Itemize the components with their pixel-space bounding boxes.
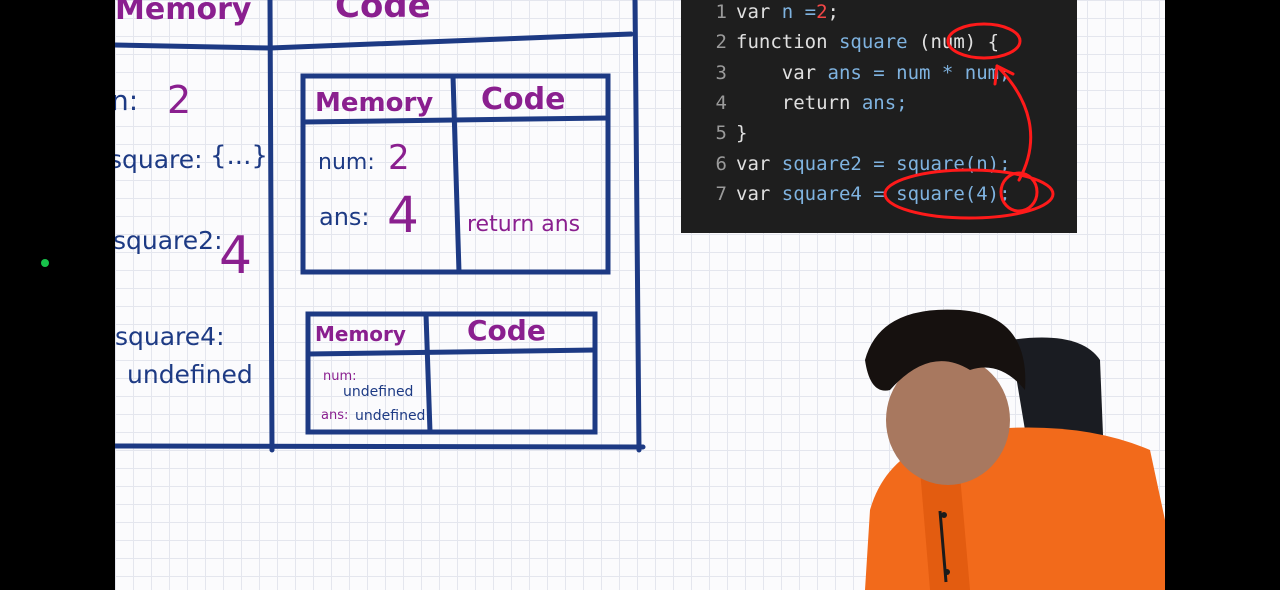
line-number: 3 bbox=[715, 61, 727, 84]
shirt-button bbox=[941, 512, 947, 518]
bottom-border bbox=[115, 443, 646, 450]
code-line: 3 var ans = num * num; bbox=[681, 58, 1011, 88]
code-line: 2 function square (num) { bbox=[681, 27, 1000, 57]
memory-code-divider bbox=[267, 0, 275, 453]
line-number: 2 bbox=[715, 31, 727, 54]
ctx2-num-value: undefined bbox=[343, 384, 414, 400]
ctx2-ans-value: undefined bbox=[355, 408, 426, 424]
line-number: 4 bbox=[715, 91, 727, 114]
code-line: 7 var square4 = square(4); bbox=[681, 179, 1011, 209]
code-line: 6 var square2 = square(n); bbox=[681, 149, 1011, 179]
ctx1-num-value: 2 bbox=[388, 138, 410, 178]
code-line: 1 var n =2; bbox=[681, 0, 839, 27]
line-number: 1 bbox=[715, 1, 727, 23]
code-token: n = bbox=[781, 1, 817, 23]
code-token: square4 = square(4); bbox=[781, 182, 1011, 205]
code-token: var bbox=[736, 152, 782, 175]
ctx1-ans-label: ans: bbox=[319, 203, 370, 231]
code-token: ; bbox=[827, 1, 839, 23]
code-token: var bbox=[736, 61, 828, 84]
ctx1-code-text: return ans bbox=[467, 212, 581, 237]
ctx1-memory-header: Memory bbox=[315, 88, 434, 118]
code-token: var bbox=[736, 182, 782, 205]
header-divider bbox=[115, 31, 634, 51]
memory-square-label: square: bbox=[115, 145, 203, 174]
code-line: 5} bbox=[681, 118, 748, 148]
context2-divider bbox=[423, 311, 433, 435]
memory-square-value: {...} bbox=[210, 141, 268, 171]
context1-divider bbox=[450, 73, 462, 275]
code-line: 4 return ans; bbox=[681, 88, 908, 118]
code-token: (num) { bbox=[919, 31, 1000, 54]
global-code-header: Code bbox=[335, 0, 431, 26]
ctx2-code-header: Code bbox=[467, 314, 546, 347]
global-memory-header: Memory bbox=[115, 0, 252, 27]
ctx1-code-header: Code bbox=[481, 82, 566, 117]
context2-header-line bbox=[305, 347, 598, 357]
code-token: 2 bbox=[816, 1, 828, 23]
code-token: function bbox=[736, 31, 839, 54]
memory-square2-value: 4 bbox=[219, 226, 253, 286]
line-number: 6 bbox=[715, 152, 727, 175]
code-token: ans = num * num; bbox=[827, 61, 1011, 84]
code-token: var bbox=[736, 1, 782, 23]
memory-square2-label: square2: bbox=[115, 226, 223, 255]
ctx1-num-label: num: bbox=[318, 150, 375, 175]
memory-n-value: 2 bbox=[167, 78, 192, 122]
presenter bbox=[865, 309, 1165, 590]
shirt-button bbox=[944, 569, 950, 575]
code-token: square bbox=[838, 31, 920, 54]
code-token: return bbox=[736, 91, 862, 114]
line-number: 7 bbox=[715, 182, 727, 205]
memory-square4-value: undefined bbox=[127, 360, 253, 389]
ctx2-num-label: num: bbox=[323, 369, 357, 384]
ctx2-memory-header: Memory bbox=[315, 322, 406, 346]
code-token: ans; bbox=[861, 91, 908, 114]
line-number: 5 bbox=[715, 122, 727, 145]
recording-indicator-dot bbox=[41, 259, 49, 267]
code-editor: 1 var n =2; 2 function square (num) {3 var … bbox=[681, 0, 1077, 233]
ctx2-ans-label: ans: bbox=[321, 408, 349, 423]
memory-square4-label: square4: bbox=[115, 322, 225, 351]
right-border bbox=[632, 0, 642, 453]
code-token: square2 = square(n); bbox=[781, 152, 1011, 175]
code-token: } bbox=[736, 122, 748, 145]
memory-n-label: n: bbox=[115, 84, 139, 117]
ctx1-ans-value: 4 bbox=[387, 186, 419, 244]
